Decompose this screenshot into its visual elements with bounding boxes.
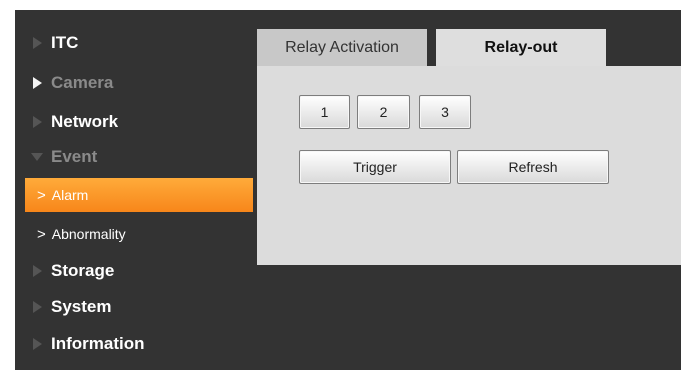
sidebar-item-storage[interactable]: Storage bbox=[15, 254, 253, 288]
sidebar-item-label: Network bbox=[51, 112, 119, 131]
sidebar-item-camera[interactable]: Camera bbox=[15, 66, 253, 100]
relay-out-panel: 1 2 3 Trigger Refresh bbox=[257, 66, 681, 265]
relay-1-button[interactable]: 1 bbox=[299, 95, 350, 129]
triangle-right-icon bbox=[33, 116, 42, 128]
chevron-right-icon: > bbox=[37, 186, 46, 204]
sidebar-item-label: ITC bbox=[51, 33, 79, 52]
sidebar-item-network[interactable]: Network bbox=[15, 105, 253, 139]
triangle-right-icon bbox=[33, 265, 42, 277]
sidebar-item-label: Event bbox=[51, 147, 98, 166]
triangle-right-icon bbox=[33, 338, 42, 350]
refresh-button[interactable]: Refresh bbox=[457, 150, 609, 184]
sidebar-item-label: System bbox=[51, 297, 112, 316]
relay-2-button[interactable]: 2 bbox=[357, 95, 410, 129]
tab-relay-activation[interactable]: Relay Activation bbox=[257, 29, 427, 66]
sidebar-item-event[interactable]: Event bbox=[15, 140, 253, 174]
sidebar-subitem-alarm[interactable]: > Alarm bbox=[25, 178, 253, 212]
sidebar-subitem-label: Abnormality bbox=[51, 226, 126, 242]
tab-relay-out[interactable]: Relay-out bbox=[436, 29, 606, 66]
sidebar-item-itc[interactable]: ITC bbox=[15, 26, 253, 60]
sidebar-item-information[interactable]: Information bbox=[15, 327, 253, 361]
triangle-right-icon bbox=[33, 301, 42, 313]
sidebar-subitem-label: Alarm bbox=[51, 187, 89, 203]
triangle-down-icon bbox=[31, 153, 43, 161]
sidebar-item-label: Camera bbox=[51, 73, 114, 92]
trigger-button[interactable]: Trigger bbox=[299, 150, 451, 184]
relay-3-button[interactable]: 3 bbox=[419, 95, 471, 129]
sidebar-item-label: Information bbox=[51, 334, 145, 353]
triangle-right-icon bbox=[33, 77, 42, 89]
triangle-right-icon bbox=[33, 37, 42, 49]
sidebar-item-system[interactable]: System bbox=[15, 290, 253, 324]
sidebar-subitem-abnormality[interactable]: > Abnormality bbox=[25, 217, 253, 251]
app-frame: ITC Camera Network Event > Alarm > Abnor… bbox=[15, 10, 681, 370]
sidebar-item-label: Storage bbox=[51, 261, 115, 280]
chevron-right-icon: > bbox=[37, 225, 46, 243]
